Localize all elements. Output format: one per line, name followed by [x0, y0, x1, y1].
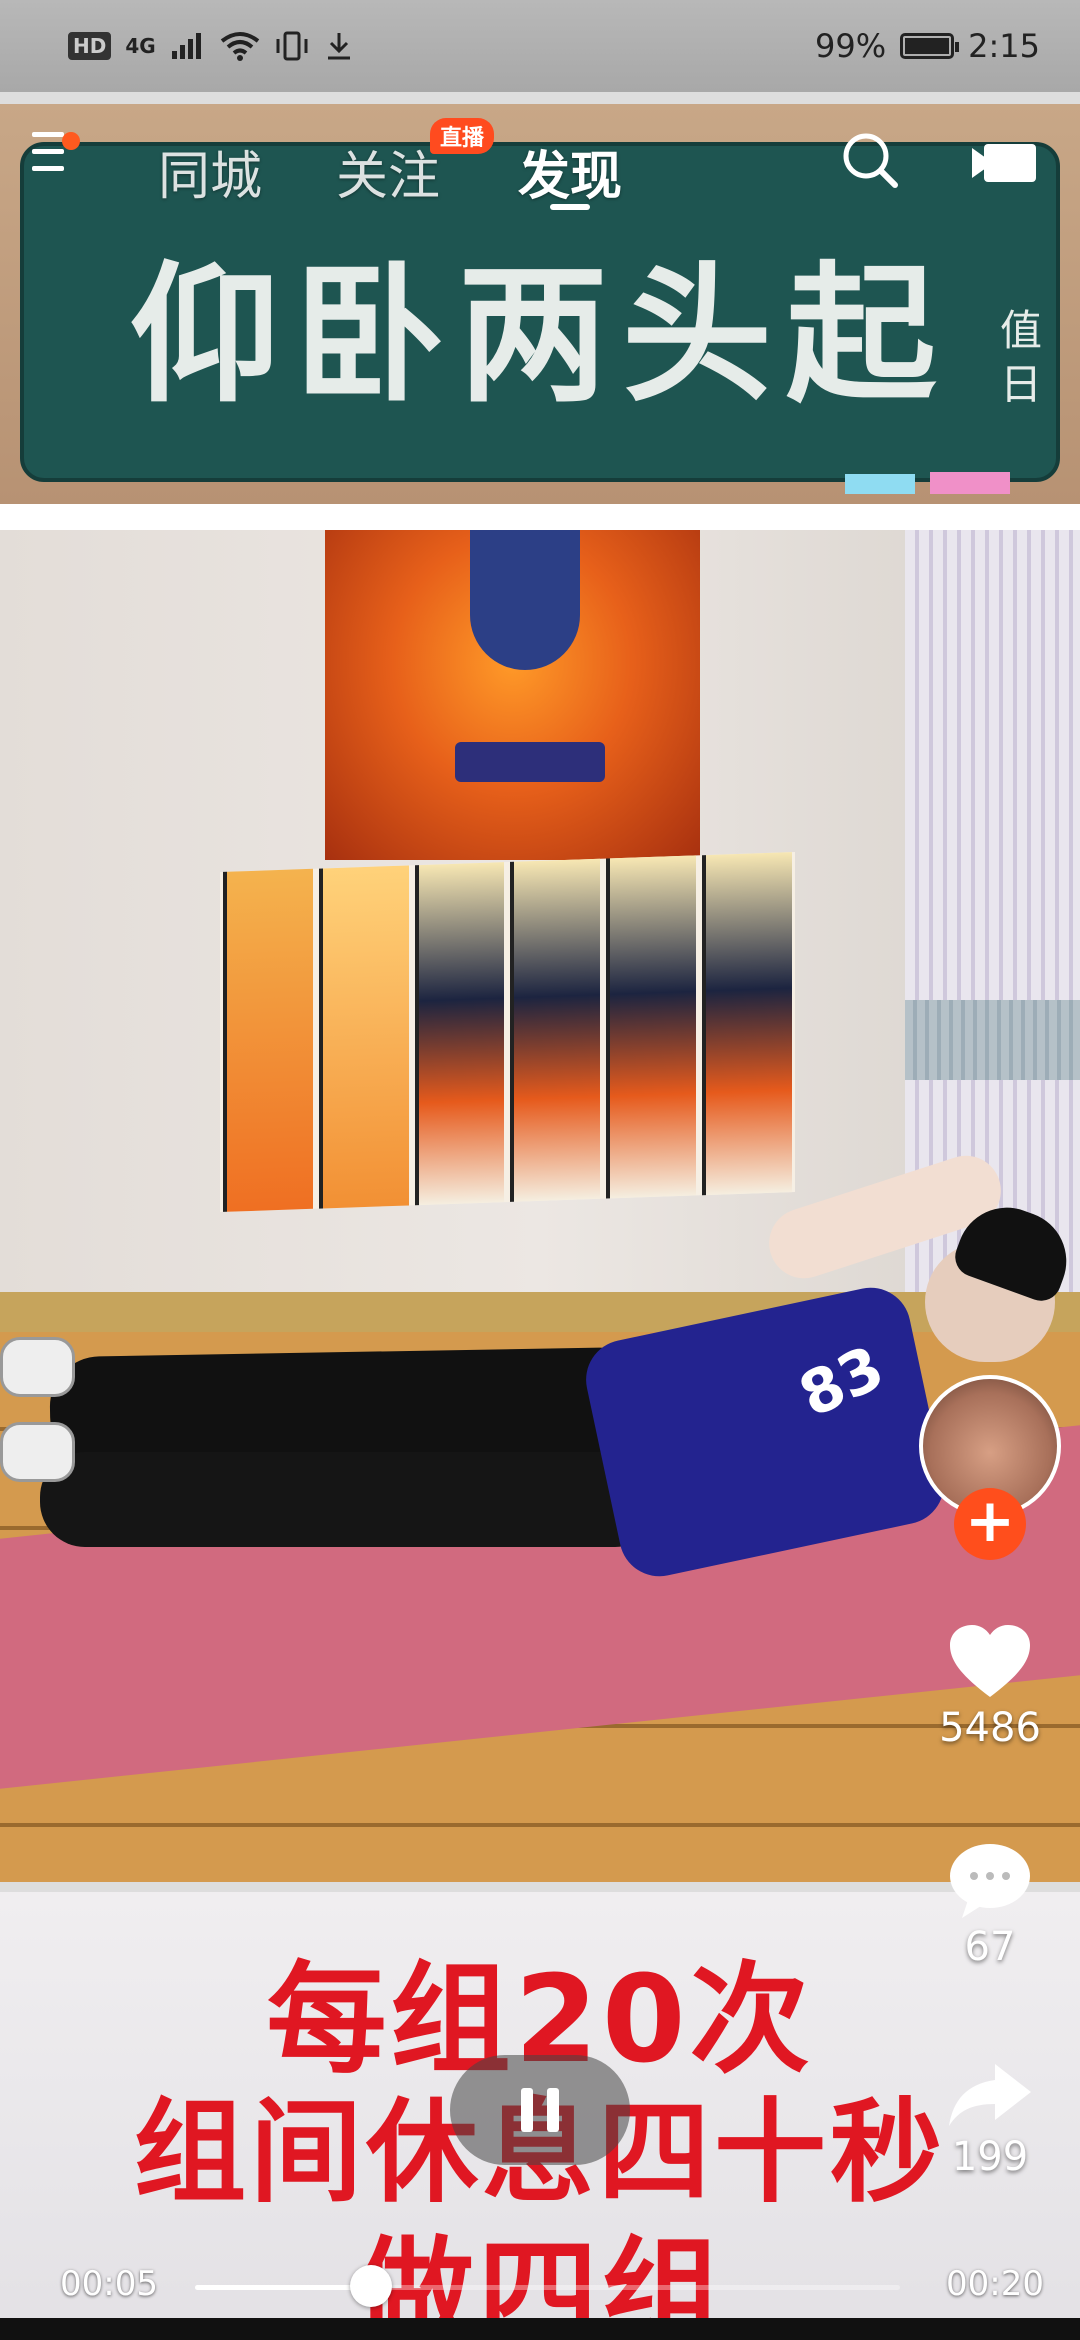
share-button[interactable]: 199: [935, 2060, 1045, 2180]
nav-bar-strip: [0, 2318, 1080, 2340]
video-progress: 00:05 00:20: [0, 2240, 1080, 2320]
camera-icon[interactable]: [970, 140, 1040, 186]
like-count: 5486: [939, 1705, 1041, 1751]
video-board-side-text: 值日: [999, 306, 1042, 409]
top-nav: 同城 关注 直播 发现: [0, 92, 1080, 232]
skirting-board: [0, 1292, 1080, 1332]
live-badge: 直播: [430, 118, 495, 154]
poster-detail: [455, 742, 605, 782]
person-shoe: [0, 1337, 75, 1397]
active-tab-indicator: [550, 204, 590, 210]
progress-fill: [195, 2285, 372, 2290]
heart-icon: [950, 1625, 1030, 1697]
video-player[interactable]: 仰卧两头起 值日 83 每组20次 组间休息四十秒 做四组: [0, 92, 1080, 2340]
download-icon: [327, 33, 350, 60]
progress-thumb[interactable]: [350, 2265, 393, 2307]
status-bar: HD 4G 99% 2:15: [0, 0, 1080, 92]
status-right: 99% 2:15: [815, 27, 1040, 65]
current-time: 00:05: [60, 2264, 158, 2304]
battery-percent: 99%: [815, 27, 887, 65]
battery-icon: [900, 33, 960, 59]
tab-discover[interactable]: 发现: [518, 134, 622, 209]
comment-count: 67: [964, 1924, 1016, 1970]
pause-button[interactable]: [450, 2055, 630, 2165]
comment-button[interactable]: 67: [935, 1840, 1045, 1970]
person-legs: [40, 1452, 660, 1547]
search-icon[interactable]: [840, 130, 900, 190]
divider: [0, 504, 1080, 530]
total-duration: 00:20: [946, 2264, 1044, 2304]
person-shoe: [0, 1422, 75, 1482]
video-board-title: 仰卧两头起: [129, 249, 950, 423]
poster-naruto: [220, 851, 795, 1213]
follow-button[interactable]: +: [954, 1488, 1026, 1560]
share-count: 199: [951, 2134, 1029, 2180]
tab-following[interactable]: 关注: [336, 134, 440, 209]
signal-icon: [171, 33, 201, 59]
notification-dot: [62, 132, 80, 150]
pause-icon: [521, 2088, 533, 2132]
person-legs: [49, 1346, 651, 1468]
clock: 2:15: [968, 27, 1040, 65]
vibrate-icon: [276, 31, 308, 61]
like-button[interactable]: 5486: [935, 1625, 1045, 1751]
progress-track[interactable]: [195, 2285, 900, 2290]
comment-icon: [950, 1844, 1030, 1918]
network-type-label: 4G: [125, 34, 156, 58]
hd-icon: HD: [68, 32, 112, 60]
poster-detail: [470, 530, 580, 670]
sticky-note: [845, 474, 915, 494]
wifi-icon: [220, 32, 259, 61]
sticky-note: [930, 472, 1010, 494]
status-left: HD 4G: [68, 31, 354, 61]
share-icon: [949, 2064, 1031, 2126]
tab-nearby[interactable]: 同城: [158, 134, 262, 209]
